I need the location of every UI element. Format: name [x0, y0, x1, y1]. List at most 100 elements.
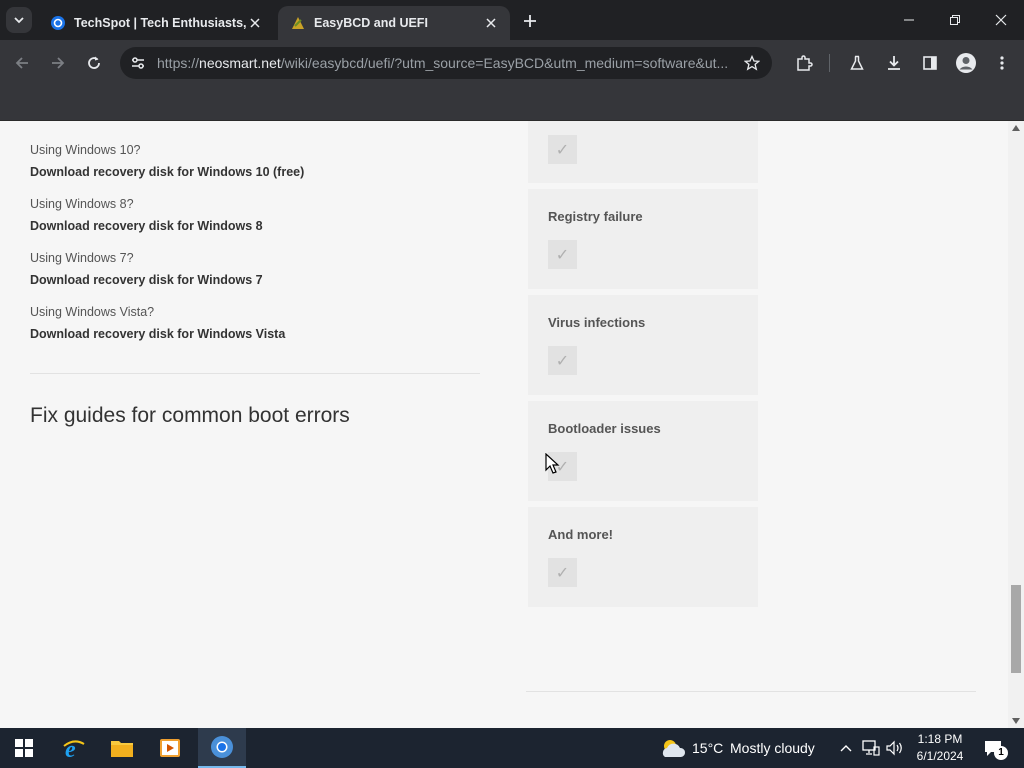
chevron-up-icon[interactable] — [839, 742, 853, 754]
internet-explorer-icon: e — [63, 737, 85, 760]
clock-time: 1:18 PM — [917, 732, 963, 746]
clock-date: 6/1/2024 — [916, 749, 964, 763]
scroll-up-arrow-icon[interactable] — [1012, 125, 1020, 131]
page-scrollbar[interactable] — [1008, 121, 1024, 728]
toolbar-separator — [829, 54, 830, 72]
close-icon — [995, 14, 1007, 26]
feature-label: Registry failure — [548, 209, 643, 224]
url-text: https://neosmart.net/wiki/easybcd/uefi/?… — [157, 55, 735, 71]
download-link[interactable]: Download recovery disk for Windows Vista — [30, 326, 285, 342]
minimize-icon — [904, 19, 914, 21]
weather-cloudy-icon — [662, 740, 686, 757]
labs-button[interactable] — [843, 49, 871, 77]
download-question: Using Windows 7? — [30, 251, 134, 265]
bookmark-bar — [0, 86, 1024, 121]
downloads-button[interactable] — [880, 49, 908, 77]
more-vert-icon — [1000, 56, 1004, 70]
download-item-vista: Using Windows Vista? Download recovery d… — [30, 304, 285, 342]
section-divider — [30, 373, 480, 374]
download-link[interactable]: Download recovery disk for Windows 8 — [30, 218, 263, 234]
chevron-down-icon — [14, 17, 24, 24]
download-icon — [888, 56, 900, 70]
feature-card-virus: Virus infections ✓ — [528, 295, 758, 395]
chrome-icon — [211, 736, 233, 758]
address-bar[interactable]: https://neosmart.net/wiki/easybcd/uefi/?… — [120, 47, 772, 79]
weather-temperature[interactable]: 15°C — [692, 740, 723, 756]
star-icon — [744, 55, 760, 71]
side-panel-button[interactable] — [916, 49, 944, 77]
forward-button[interactable] — [44, 49, 72, 77]
network-icon[interactable] — [862, 740, 880, 756]
mouse-cursor-icon — [545, 453, 560, 474]
download-link[interactable]: Download recovery disk for Windows 10 (f… — [30, 164, 304, 180]
puzzle-icon — [797, 55, 813, 71]
start-button[interactable] — [0, 728, 48, 768]
reload-button[interactable] — [80, 49, 108, 77]
arrow-right-icon — [52, 57, 65, 69]
taskbar-file-explorer[interactable] — [98, 728, 146, 768]
scroll-down-arrow-icon[interactable] — [1012, 718, 1020, 724]
menu-button[interactable] — [988, 49, 1016, 77]
feature-card: ✓ — [528, 121, 758, 183]
browser-toolbar: https://neosmart.net/wiki/easybcd/uefi/?… — [0, 40, 1024, 86]
check-icon: ✓ — [548, 558, 577, 587]
download-question: Using Windows 8? — [30, 197, 134, 211]
taskbar-internet-explorer[interactable]: e — [50, 728, 98, 768]
check-icon: ✓ — [548, 240, 577, 269]
plus-icon — [524, 15, 536, 27]
taskbar-clock[interactable]: 1:18 PM 6/1/2024 — [912, 731, 968, 765]
download-link[interactable]: Download recovery disk for Windows 7 — [30, 272, 263, 288]
download-item-win10: Using Windows 10? Download recovery disk… — [30, 142, 304, 180]
web-page: Using Windows 10? Download recovery disk… — [0, 121, 1008, 728]
url-path: /wiki/easybcd/uefi/?utm_source=EasyBCD&u… — [280, 55, 729, 71]
feature-label: And more! — [548, 527, 613, 542]
feature-label: Virus infections — [548, 315, 646, 330]
tab-easybcd[interactable]: EasyBCD and UEFI — [278, 6, 510, 40]
tab-strip: TechSpot | Tech Enthusiasts, Po EasyBCD … — [0, 0, 1024, 40]
check-icon: ✓ — [548, 346, 577, 375]
profile-button[interactable] — [952, 49, 980, 77]
media-player-icon — [160, 739, 180, 757]
close-tab-icon[interactable] — [482, 14, 500, 32]
feature-card-bootloader: Bootloader issues ✓ — [528, 401, 758, 501]
tab-techspot[interactable]: TechSpot | Tech Enthusiasts, Po — [38, 6, 274, 40]
weather-description[interactable]: Mostly cloudy — [730, 740, 815, 756]
tab-title: TechSpot | Tech Enthusiasts, Po — [74, 16, 246, 30]
tab-search-button[interactable] — [6, 7, 32, 33]
reload-icon — [88, 56, 100, 69]
close-tab-icon[interactable] — [246, 14, 264, 32]
folder-icon — [111, 741, 133, 757]
avatar-icon — [956, 53, 976, 73]
feature-card-more: And more! ✓ — [528, 507, 758, 607]
bookmark-star-button[interactable] — [740, 51, 764, 75]
new-tab-button[interactable] — [518, 9, 542, 33]
scroll-thumb[interactable] — [1011, 585, 1021, 673]
windows-taskbar: e 15°C Mostly cloudy 1:18 PM 6/1/2024 1 — [0, 728, 1024, 768]
taskbar-media-app[interactable] — [146, 728, 194, 768]
site-info-button[interactable] — [126, 51, 150, 75]
extensions-button[interactable] — [790, 49, 818, 77]
flask-icon — [850, 55, 864, 70]
url-prefix: https:// — [157, 55, 200, 71]
minimize-button[interactable] — [886, 0, 932, 40]
techspot-icon — [50, 15, 66, 31]
volume-icon[interactable] — [886, 740, 904, 756]
windows-logo-icon — [15, 739, 33, 757]
back-button[interactable] — [8, 49, 36, 77]
download-question: Using Windows Vista? — [30, 305, 155, 319]
notification-count-badge: 1 — [994, 746, 1008, 760]
url-host: neosmart.net — [199, 55, 281, 71]
download-item-win8: Using Windows 8? Download recovery disk … — [30, 196, 263, 234]
section-divider — [526, 691, 976, 692]
check-icon: ✓ — [548, 135, 577, 164]
arrow-left-icon — [15, 57, 28, 69]
fix-guides-heading: Fix guides for common boot errors — [30, 404, 350, 427]
restore-icon — [950, 15, 960, 25]
restore-button[interactable] — [932, 0, 978, 40]
taskbar-chrome[interactable] — [198, 728, 246, 768]
tune-icon — [132, 57, 144, 69]
tab-title: EasyBCD and UEFI — [314, 16, 428, 30]
close-window-button[interactable] — [978, 0, 1024, 40]
download-item-win7: Using Windows 7? Download recovery disk … — [30, 250, 263, 288]
feature-label: Bootloader issues — [548, 421, 661, 436]
